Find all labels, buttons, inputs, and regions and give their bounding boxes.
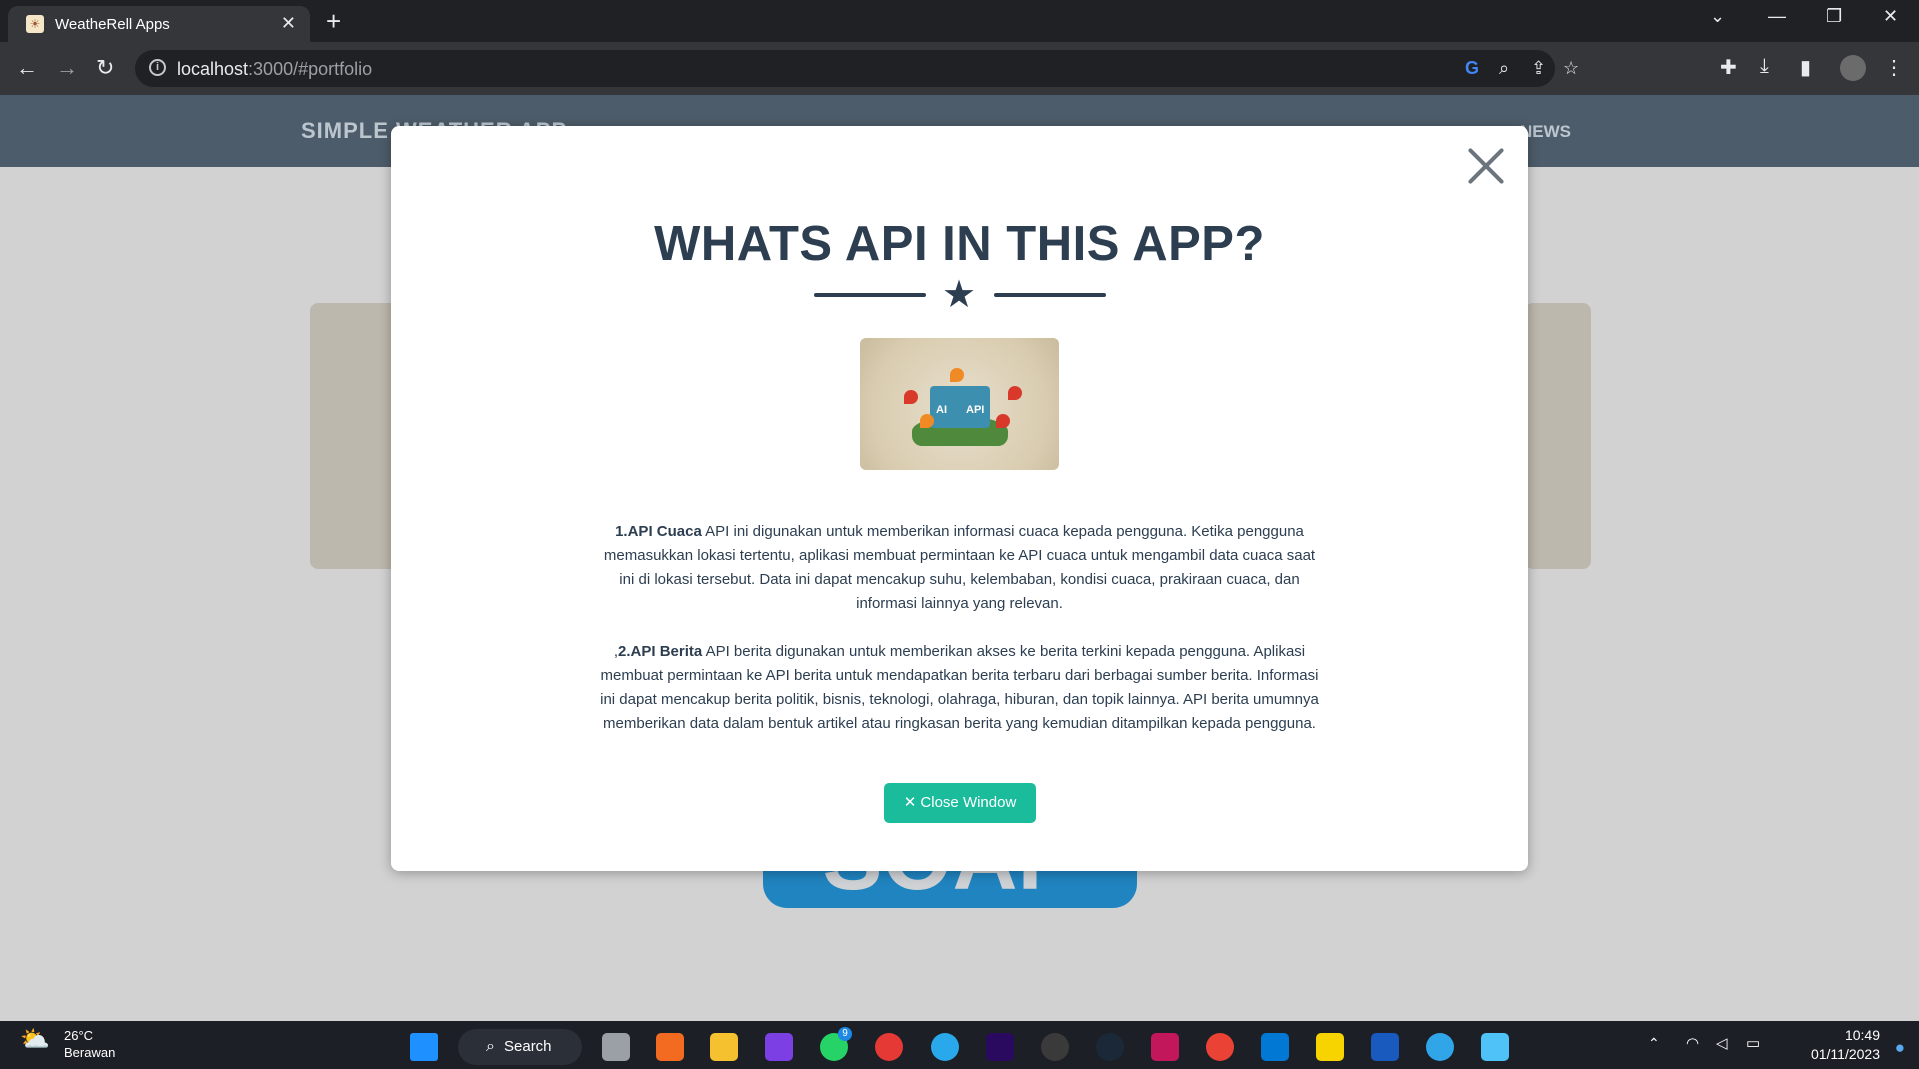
url-host: localhost	[177, 59, 249, 79]
weather-temp: 26°C	[64, 1028, 94, 1043]
telegram-icon[interactable]	[931, 1033, 959, 1061]
vscode-icon[interactable]	[1261, 1033, 1289, 1061]
premiere-pro-icon[interactable]	[986, 1033, 1014, 1061]
obs-icon[interactable]	[1041, 1033, 1069, 1061]
menu-dots-icon[interactable]: ⋮	[1884, 55, 1904, 80]
restore-button[interactable]: ❐	[1826, 6, 1842, 27]
volume-icon[interactable]: ◁	[1716, 1034, 1728, 1052]
tray-chevron-icon[interactable]: ⌃	[1648, 1035, 1660, 1052]
forward-arrow-icon[interactable]: →	[56, 55, 78, 81]
api-weather-heading: 1.API Cuaca	[615, 523, 702, 540]
cloud-sun-icon: ⛅	[20, 1026, 50, 1053]
extensions-puzzle-icon[interactable]: ✚	[1720, 55, 1737, 80]
download-icon[interactable]: ⤓	[1760, 55, 1769, 78]
file-explorer-icon[interactable]	[710, 1033, 738, 1061]
star-icon: ★	[942, 274, 977, 316]
api-news-heading: 2.API Berita	[618, 643, 703, 660]
windows-taskbar: ⛅ 26°C Berawan ⌕ Search 9 ⌃ ◠ ◁ ▭ 10:49 0…	[0, 1021, 1919, 1069]
browser-toolbar: ← → ↻ i localhost:3000/#portfolio G ⌕ ⇪ …	[0, 42, 1919, 95]
tab-title: WeatheRell Apps	[55, 16, 170, 33]
back-arrow-icon[interactable]: ←	[16, 55, 38, 81]
clock-date: 01/11/2023	[1810, 1046, 1880, 1062]
whatsapp-badge: 9	[838, 1027, 852, 1041]
reload-icon[interactable]: ↻	[96, 55, 114, 81]
api-news-paragraph: ,2.API Berita API berita digunakan untuk…	[599, 640, 1320, 736]
notepad-icon[interactable]	[1481, 1033, 1509, 1061]
modal-description: 1.API Cuaca API ini digunakan untuk memb…	[599, 520, 1320, 760]
url-text[interactable]: localhost:3000/#portfolio	[177, 59, 372, 80]
flower-shape	[950, 368, 964, 382]
vivaldi-icon[interactable]	[1151, 1033, 1179, 1061]
taskbar-search[interactable]: ⌕ Search	[458, 1029, 582, 1065]
portfolio-card-right[interactable]	[1525, 303, 1591, 569]
browser-tab[interactable]: ☀ WeatheRell Apps ✕	[8, 6, 310, 42]
clock-time: 10:49	[1844, 1027, 1880, 1043]
api-weather-text: API ini digunakan untuk memberikan infor…	[603, 523, 1316, 612]
youtube-music-icon[interactable]	[875, 1033, 903, 1061]
flower-shape	[996, 414, 1010, 428]
address-bar[interactable]: i localhost:3000/#portfolio G ⌕ ⇪ ☆	[135, 50, 1579, 87]
divider-line-left	[814, 293, 926, 297]
window-close-button[interactable]: ✕	[1883, 6, 1898, 27]
image-label-api: API	[966, 404, 985, 416]
edge-icon[interactable]	[1426, 1033, 1454, 1061]
weather-condition: Berawan	[64, 1045, 116, 1060]
url-path: :3000/#portfolio	[248, 59, 373, 79]
word-icon[interactable]	[1371, 1033, 1399, 1061]
tab-close-icon[interactable]: ✕	[281, 13, 296, 34]
task-view-icon[interactable]	[602, 1033, 630, 1061]
minimize-button[interactable]: —	[1768, 6, 1786, 27]
portfolio-modal: WHATS API IN THIS APP? ★ AI API 1.API Cu…	[391, 126, 1528, 871]
chrome-icon[interactable]	[1206, 1033, 1234, 1061]
modal-close-icon[interactable]	[1466, 146, 1506, 186]
flower-shape	[1008, 386, 1022, 400]
tab-search-chevron-icon[interactable]: ⌄	[1710, 6, 1725, 27]
google-lens-icon[interactable]: G	[1465, 58, 1479, 79]
browser-tab-bar: ☀ WeatheRell Apps ✕ + ⌄ — ❐ ✕	[0, 0, 1919, 42]
search-label: Search	[504, 1038, 552, 1055]
image-label-ai: AI	[936, 404, 947, 416]
sticky-notes-icon[interactable]	[1316, 1033, 1344, 1061]
taskbar-clock[interactable]: 10:49 01/11/2023	[1780, 1026, 1880, 1064]
bookmark-star-icon[interactable]: ☆	[1563, 58, 1579, 79]
api-news-text: API berita digunakan untuk memberikan ak…	[600, 643, 1319, 732]
flower-shape	[904, 390, 918, 404]
xampp-icon[interactable]	[656, 1033, 684, 1061]
wifi-icon[interactable]: ◠	[1686, 1034, 1699, 1052]
zoom-icon[interactable]: ⌕	[1499, 58, 1509, 79]
side-panel-icon[interactable]: ▮	[1800, 55, 1811, 80]
share-icon[interactable]: ⇪	[1531, 58, 1546, 79]
search-icon: ⌕	[486, 1038, 495, 1055]
flower-shape	[920, 414, 934, 428]
favicon-icon: ☀	[26, 15, 44, 33]
battery-icon[interactable]: ▭	[1746, 1034, 1760, 1052]
star-divider: ★	[814, 274, 1106, 316]
modal-title: WHATS API IN THIS APP?	[654, 217, 1265, 271]
profile-avatar[interactable]	[1840, 55, 1866, 81]
close-window-button[interactable]: ✕ Close Window	[884, 783, 1036, 823]
media-app-icon[interactable]	[765, 1033, 793, 1061]
notification-bell-icon[interactable]: ●	[1895, 1038, 1905, 1058]
divider-line-right	[994, 293, 1106, 297]
new-tab-button[interactable]: +	[326, 6, 341, 37]
api-weather-paragraph: 1.API Cuaca API ini digunakan untuk memb…	[599, 520, 1320, 616]
steam-icon[interactable]	[1096, 1033, 1124, 1061]
api-illustration-image: AI API	[860, 338, 1059, 470]
portfolio-card-left[interactable]	[310, 303, 400, 569]
start-windows-icon[interactable]	[410, 1033, 438, 1061]
site-info-icon[interactable]: i	[149, 59, 166, 76]
